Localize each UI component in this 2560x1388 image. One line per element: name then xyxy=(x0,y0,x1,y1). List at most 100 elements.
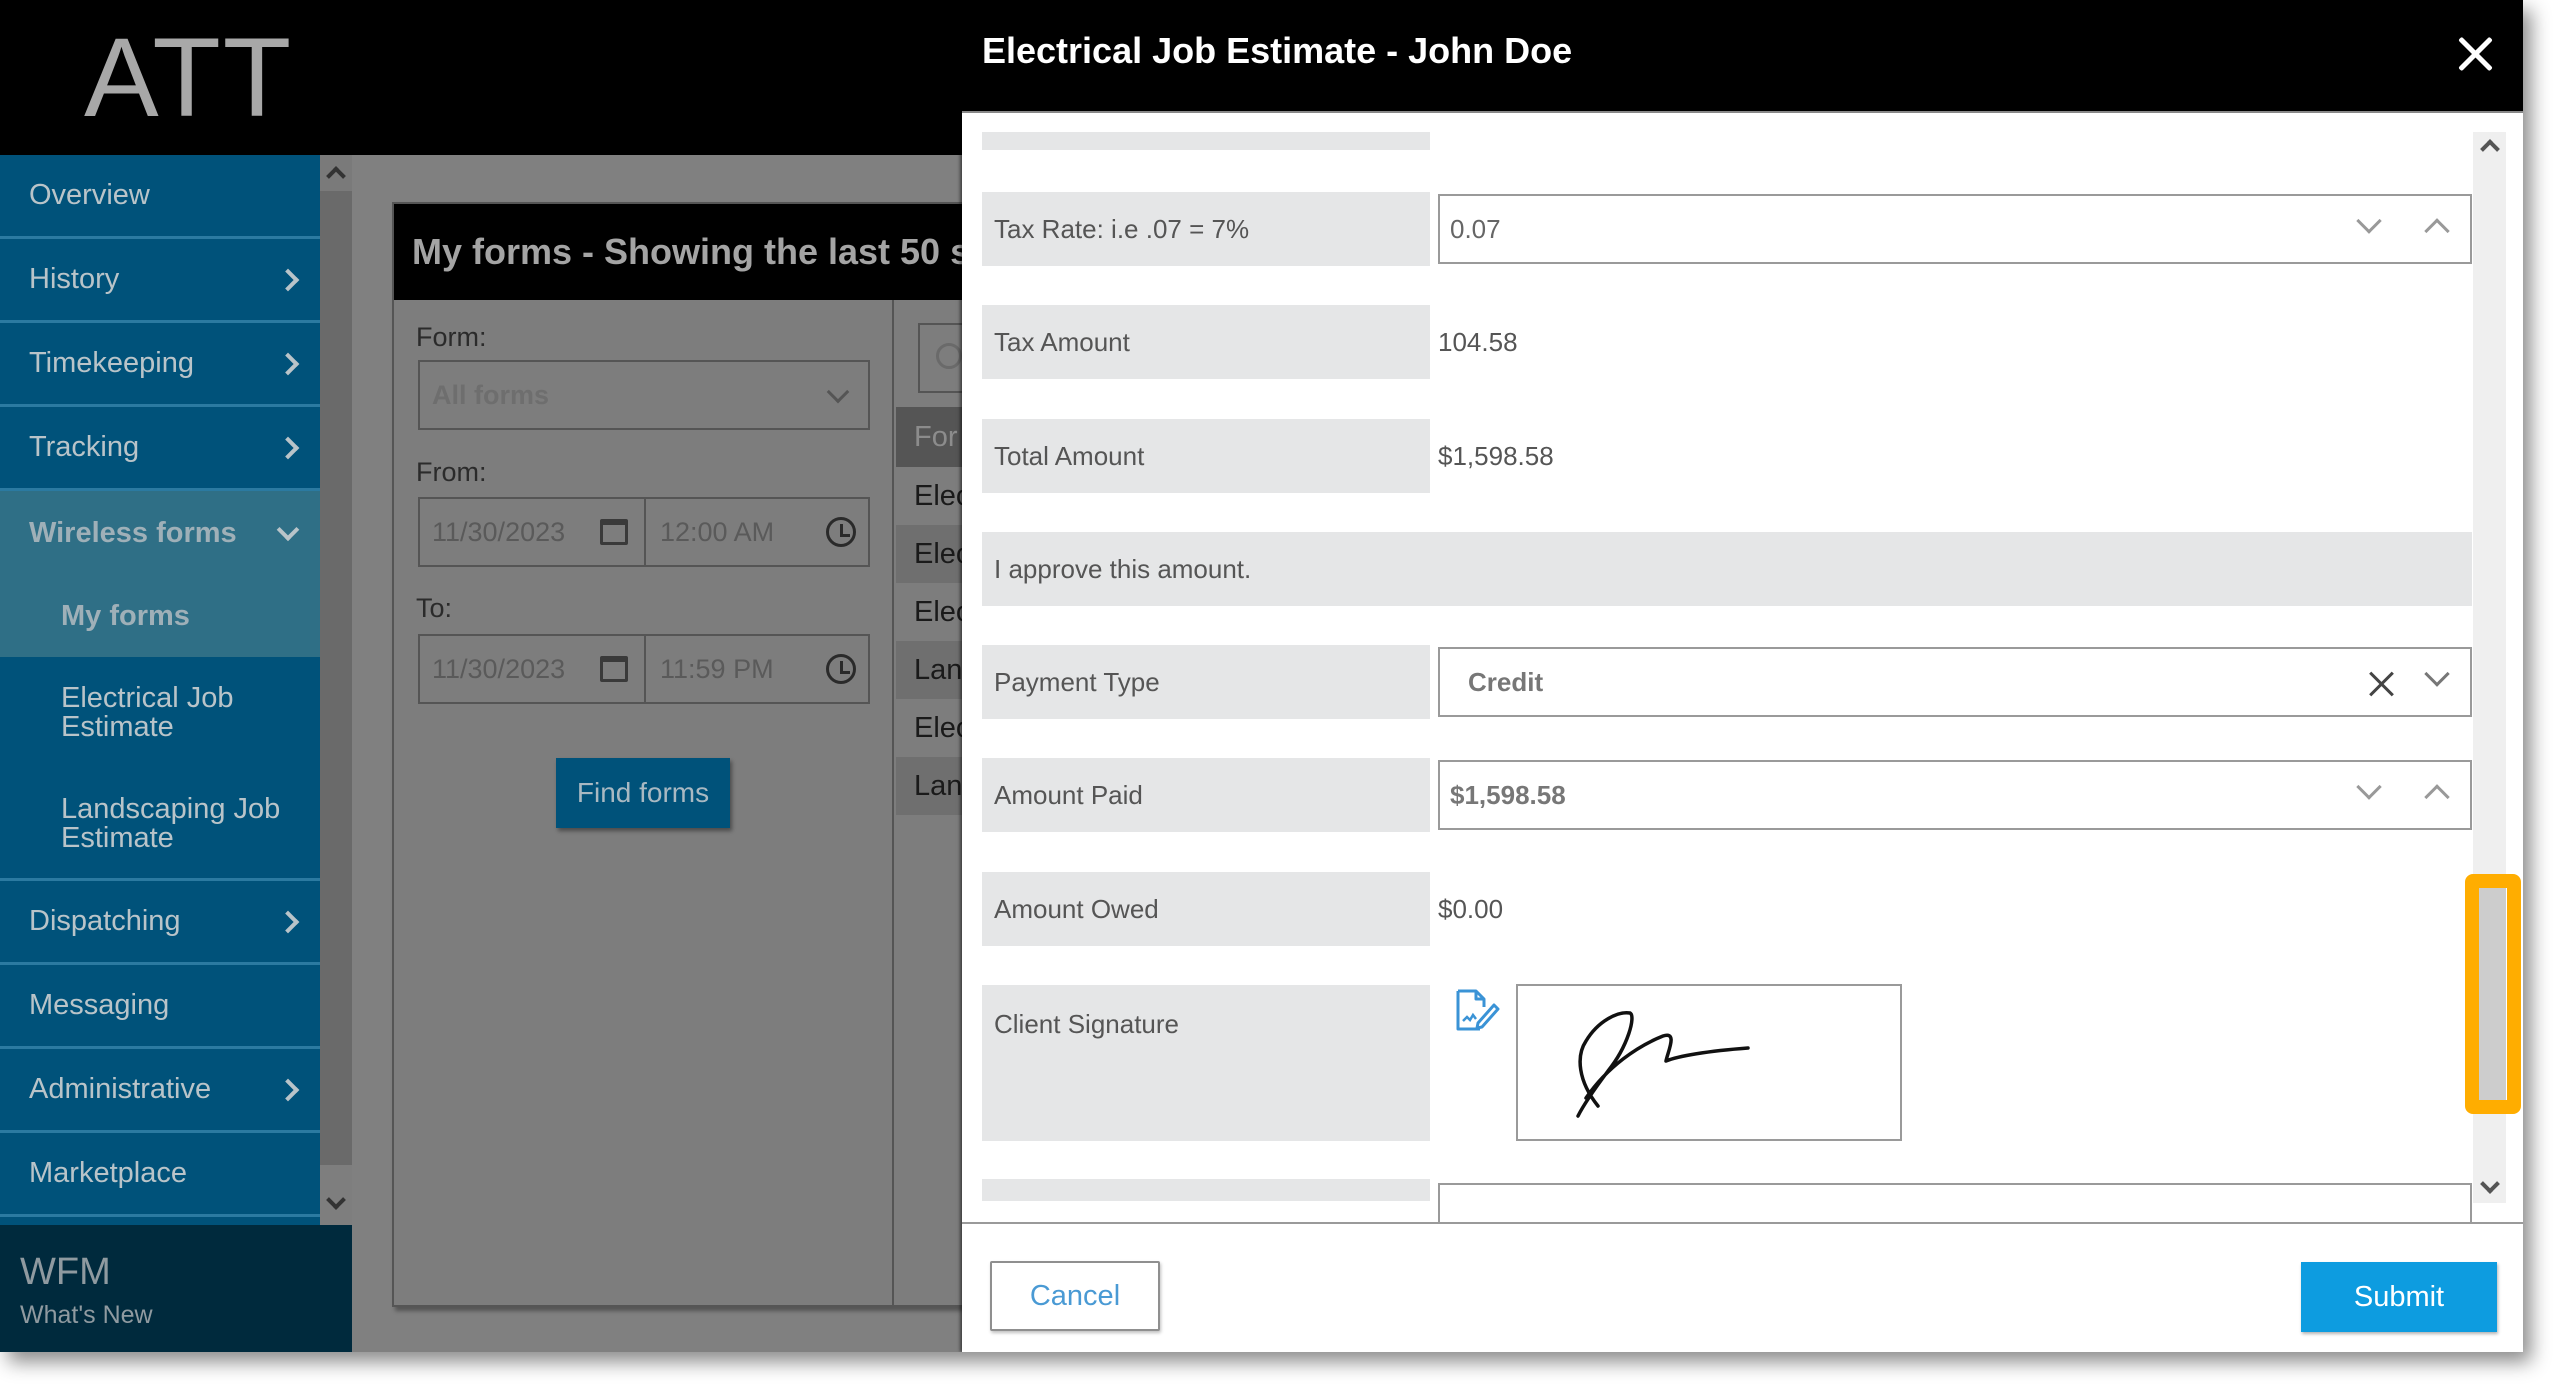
dialog-footer: Cancel Submit xyxy=(962,1222,2523,1352)
from-time-value: 12:00 AM xyxy=(660,516,775,547)
payment-type-value: Credit xyxy=(1468,666,1544,697)
amount-paid-value: $1,598.58 xyxy=(1450,779,1566,810)
field-label-partial xyxy=(982,1179,1430,1201)
field-input-partial[interactable] xyxy=(1438,1183,2472,1222)
search-icon xyxy=(936,343,962,369)
sidebar-item-label: Dispatching xyxy=(29,905,181,937)
sidebar-item-label: History xyxy=(29,263,120,295)
total-amount-value: $1,598.58 xyxy=(1438,440,1554,471)
chevron-right-icon xyxy=(276,352,300,375)
sidebar-item-dispatching[interactable]: Dispatching xyxy=(0,881,320,965)
wfm-footer: WFM What's New xyxy=(0,1225,352,1352)
to-time-input[interactable]: 11:59 PM xyxy=(648,636,870,702)
chevron-down-icon xyxy=(326,1190,346,1210)
cancel-button[interactable]: Cancel xyxy=(990,1261,1160,1331)
amount-paid-input[interactable]: $1,598.58 xyxy=(1438,760,2472,830)
to-time-value: 11:59 PM xyxy=(660,653,774,684)
sidebar-item-label: Administrative xyxy=(29,1073,212,1105)
signature-image xyxy=(1576,1011,1750,1118)
tax-rate-input[interactable]: 0.07 xyxy=(1438,194,2472,264)
tax-rate-value: 0.07 xyxy=(1450,213,1501,244)
sidebar-subitem-my-forms[interactable]: My forms xyxy=(0,575,320,657)
from-time-input[interactable]: 12:00 AM xyxy=(648,499,870,565)
to-date-value: 11/30/2023 xyxy=(432,653,566,684)
amount-owed-label: Amount Owed xyxy=(982,872,1430,946)
edit-signature-icon[interactable] xyxy=(1452,987,1500,1035)
sidebar-item-label: Wireless forms xyxy=(29,516,237,549)
chevron-down-icon[interactable] xyxy=(2480,1174,2500,1194)
sidebar-item-wireless-forms[interactable]: Wireless forms xyxy=(0,491,320,575)
to-date-input[interactable]: 11/30/2023 xyxy=(420,636,646,702)
amount-owed-value: $0.00 xyxy=(1438,893,1504,924)
calendar-icon[interactable] xyxy=(600,519,628,545)
wfm-title: WFM xyxy=(20,1251,111,1293)
sidebar-subitem-landscaping-job-estimate[interactable]: Landscaping Job Estimate xyxy=(0,769,320,881)
clear-icon[interactable] xyxy=(2368,671,2394,697)
sidebar-item-marketplace[interactable]: Marketplace xyxy=(0,1133,320,1217)
decrement-icon[interactable] xyxy=(2356,208,2382,234)
field-label-partial xyxy=(982,132,1430,150)
clock-icon[interactable] xyxy=(826,517,856,547)
increment-icon[interactable] xyxy=(2424,784,2450,810)
from-date-input[interactable]: 11/30/2023 xyxy=(420,499,646,565)
amount-paid-label: Amount Paid xyxy=(982,758,1430,832)
dialog-body: Tax Rate: i.e .07 = 7% 0.07 Tax Amount 1… xyxy=(962,113,2523,1222)
sidebar: Overview History Timekeeping Tracking Wi… xyxy=(0,155,320,1225)
scroll-up-button[interactable] xyxy=(320,155,352,191)
payment-type-label: Payment Type xyxy=(982,645,1430,719)
form-label: Form: xyxy=(416,322,487,352)
scroll-down-button[interactable] xyxy=(320,1165,352,1225)
chevron-right-icon xyxy=(276,1078,300,1101)
total-amount-label: Total Amount xyxy=(982,419,1430,493)
chevron-down-icon[interactable] xyxy=(2424,661,2450,687)
signature-pad[interactable] xyxy=(1516,984,1902,1141)
sidebar-scrollbar[interactable] xyxy=(320,155,352,1225)
sidebar-item-tracking[interactable]: Tracking xyxy=(0,407,320,491)
screen: ATT Overview History Timekeeping Trackin… xyxy=(0,0,2523,1352)
sidebar-item-label: Messaging xyxy=(29,989,170,1021)
decrement-icon[interactable] xyxy=(2356,774,2382,800)
calendar-icon[interactable] xyxy=(600,656,628,682)
filters-panel: Form: All forms From: 11/30/2023 12:00 A… xyxy=(394,300,894,1305)
increment-icon[interactable] xyxy=(2424,218,2450,244)
scroll-thumb[interactable] xyxy=(2473,888,2506,1101)
sidebar-subitem-electrical-job-estimate[interactable]: Electrical Job Estimate xyxy=(0,657,320,769)
tax-rate-label: Tax Rate: i.e .07 = 7% xyxy=(982,192,1430,266)
submit-button[interactable]: Submit xyxy=(2301,1262,2497,1332)
sidebar-item-overview[interactable]: Overview xyxy=(0,155,320,239)
chevron-down-icon xyxy=(276,518,300,542)
sidebar-item-label: Overview xyxy=(29,179,150,211)
tax-amount-label: Tax Amount xyxy=(982,305,1430,379)
sidebar-item-label: Landscaping Job Estimate xyxy=(61,792,281,854)
chevron-right-icon xyxy=(276,268,300,291)
to-label: To: xyxy=(416,593,453,623)
chevron-right-icon xyxy=(276,436,300,459)
whats-new-link[interactable]: What's New xyxy=(20,1301,332,1330)
form-select[interactable]: All forms xyxy=(418,360,870,430)
sidebar-item-label: Electrical Job Estimate xyxy=(61,682,234,743)
clock-icon[interactable] xyxy=(826,654,856,684)
payment-type-select[interactable]: Credit xyxy=(1438,647,2472,717)
sidebar-item-label: Timekeeping xyxy=(29,347,194,379)
sidebar-item-history[interactable]: History xyxy=(0,239,320,323)
approval-statement: I approve this amount. xyxy=(982,532,2472,606)
from-label: From: xyxy=(416,457,487,487)
electrical-job-estimate-dialog: Electrical Job Estimate - John Doe Tax R… xyxy=(962,0,2523,1352)
chevron-up-icon xyxy=(326,166,346,186)
from-datetime: 11/30/2023 12:00 AM xyxy=(418,497,870,567)
dialog-scrollbar[interactable] xyxy=(2473,132,2506,1203)
sidebar-item-label: Marketplace xyxy=(29,1157,187,1189)
to-datetime: 11/30/2023 11:59 PM xyxy=(418,634,870,704)
find-forms-button[interactable]: Find forms xyxy=(556,758,730,828)
dialog-header: Electrical Job Estimate - John Doe xyxy=(962,0,2523,113)
chevron-up-icon[interactable] xyxy=(2480,139,2500,159)
sidebar-item-label: My forms xyxy=(61,599,190,632)
from-date-value: 11/30/2023 xyxy=(432,516,566,547)
sidebar-item-administrative[interactable]: Administrative xyxy=(0,1049,320,1133)
close-icon[interactable] xyxy=(2455,34,2495,74)
chevron-right-icon xyxy=(276,910,300,933)
sidebar-item-label: Tracking xyxy=(29,431,140,463)
sidebar-item-timekeeping[interactable]: Timekeeping xyxy=(0,323,320,407)
sidebar-item-messaging[interactable]: Messaging xyxy=(0,965,320,1049)
dialog-title: Electrical Job Estimate - John Doe xyxy=(982,30,1573,71)
